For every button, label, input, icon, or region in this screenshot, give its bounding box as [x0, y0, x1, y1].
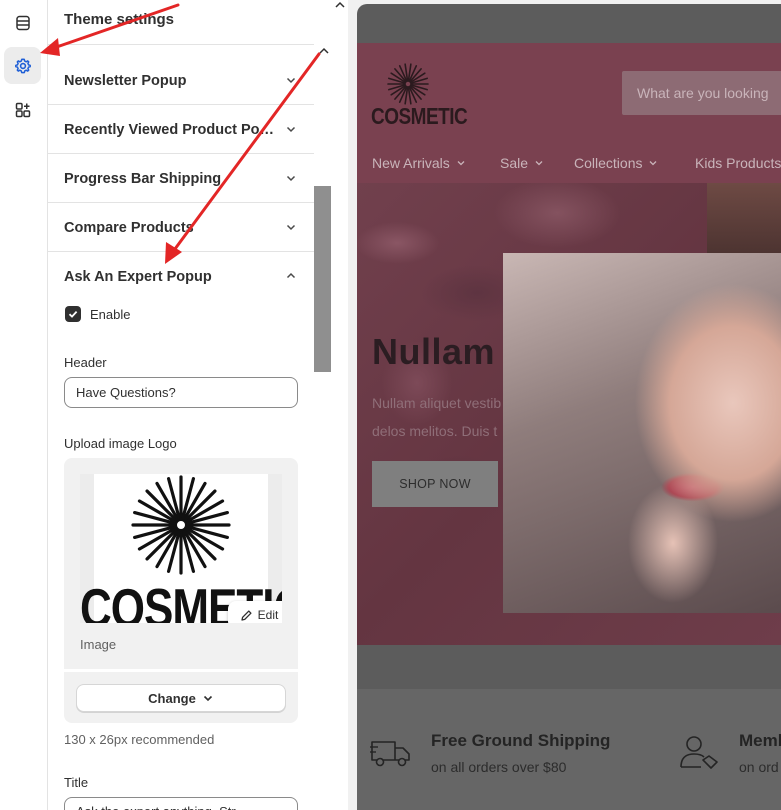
feature-title: Memb — [739, 731, 781, 750]
hero-text-line: delos melitos. Duis t — [372, 423, 498, 439]
chevron-down-icon — [286, 126, 296, 133]
title-input[interactable]: Ask the expert anything. Str — [64, 797, 298, 810]
divider — [64, 669, 298, 672]
nav-label: Collections — [574, 155, 643, 171]
section-label: Progress Bar Shipping — [64, 171, 222, 187]
site-search-placeholder: What are you looking — [637, 85, 769, 101]
feature-subtitle: on ord — [739, 759, 779, 775]
hero-bottom-band — [357, 645, 781, 689]
gear-icon — [14, 57, 31, 73]
brand-starburst-icon — [387, 63, 429, 105]
hero-text: Nullam aliquet vestib delos melitos. Dui… — [372, 389, 512, 445]
change-label: Change — [148, 690, 196, 706]
truck-icon — [370, 741, 410, 767]
chevron-down-icon — [457, 161, 465, 166]
hero-title: Nullam — [372, 331, 496, 372]
logo-preview[interactable]: COSMETIC Edit — [80, 474, 282, 623]
theme-settings-button[interactable] — [4, 47, 41, 84]
hero-text-line: Nullam aliquet vestib — [372, 395, 502, 411]
chevron-down-icon — [650, 161, 657, 166]
edit-image-button[interactable]: Edit — [228, 601, 282, 623]
panel-title: Theme settings — [64, 11, 175, 28]
settings-panel: Theme settings Newsletter Popup Recently… — [48, 0, 348, 810]
section-compare-products[interactable]: Compare Products — [48, 203, 314, 252]
preview-frame: COSMETIC What are you looking New Arriva… — [357, 4, 781, 810]
checkmark-icon — [68, 310, 78, 318]
section-ask-an-expert-popup[interactable]: Ask An Expert Popup — [48, 252, 314, 301]
storefront-preview: COSMETIC What are you looking New Arriva… — [357, 0, 781, 810]
nav-kids-products[interactable]: Kids Products — [695, 155, 781, 171]
header-field-label: Header — [64, 355, 107, 370]
feature-subtitle: on all orders over $80 — [431, 759, 567, 775]
nav-label: Sale — [500, 155, 529, 171]
nav-new-arrivals[interactable]: New Arrivals — [372, 155, 466, 171]
change-image-button[interactable]: Change — [76, 684, 286, 712]
image-caption: Image — [80, 637, 117, 652]
edit-label: Edit — [257, 608, 279, 622]
nav-label: New Arrivals — [372, 155, 450, 171]
starburst-logo-icon — [131, 475, 231, 575]
section-label: Recently Viewed Product Pop… — [64, 122, 282, 138]
chevron-down-icon — [286, 77, 296, 84]
pencil-icon — [241, 609, 252, 621]
enable-checkbox[interactable] — [65, 306, 81, 322]
hero-model-photo — [503, 253, 781, 613]
section-progress-bar-shipping[interactable]: Progress Bar Shipping — [48, 154, 314, 203]
section-recently-viewed[interactable]: Recently Viewed Product Pop… — [48, 105, 314, 154]
section-label: Newsletter Popup — [64, 73, 187, 89]
section-label: Ask An Expert Popup — [64, 269, 212, 285]
scroll-up-icon[interactable] — [334, 0, 346, 10]
apps-icon — [15, 102, 30, 117]
nav-label: Kids Products — [695, 155, 781, 171]
features-bar: Free Ground Shipping on all orders over … — [357, 689, 781, 810]
site-logo-text[interactable]: COSMETIC — [371, 105, 468, 131]
chevron-down-icon — [286, 224, 296, 231]
shop-now-button[interactable]: SHOP NOW — [372, 461, 498, 507]
header-input[interactable]: Have Questions? — [64, 377, 298, 408]
image-size-hint: 130 x 26px recommended — [64, 732, 215, 747]
scrollbar-thumb[interactable] — [314, 186, 331, 372]
icon-rail — [0, 0, 48, 810]
panel-separator — [348, 0, 357, 810]
title-field-label: Title — [64, 775, 89, 790]
section-label: Compare Products — [64, 220, 194, 236]
chevron-down-icon — [286, 175, 296, 182]
chevron-down-icon — [203, 695, 212, 702]
nav-sale[interactable]: Sale — [500, 155, 544, 171]
upload-logo-label: Upload image Logo — [64, 436, 177, 451]
apps-button[interactable] — [4, 91, 41, 128]
enable-label: Enable — [90, 307, 131, 322]
chevron-down-icon — [535, 161, 543, 166]
member-icon — [680, 736, 718, 769]
sections-icon — [15, 15, 30, 30]
hero-hair-image — [707, 183, 781, 253]
chevron-up-icon[interactable] — [318, 46, 330, 56]
hero-banner: Nullam Nullam aliquet vestib delos melit… — [357, 183, 781, 645]
site-search-input[interactable]: What are you looking — [622, 71, 781, 115]
feature-title: Free Ground Shipping — [431, 731, 611, 750]
divider — [48, 44, 314, 45]
section-newsletter-popup[interactable]: Newsletter Popup — [48, 56, 314, 105]
image-picker: COSMETIC Edit Image Change — [64, 458, 298, 723]
nav-collections[interactable]: Collections — [574, 155, 658, 171]
sections-button[interactable] — [4, 4, 41, 41]
chevron-up-icon — [286, 272, 296, 279]
